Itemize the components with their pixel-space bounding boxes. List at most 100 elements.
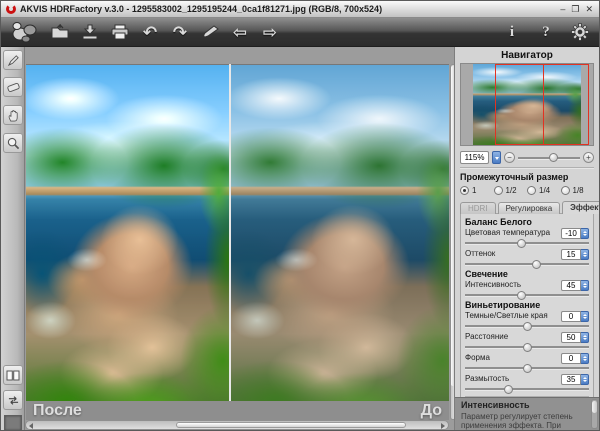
zoom-tool-button[interactable] <box>3 133 23 153</box>
zoom-slider-handle[interactable] <box>549 153 558 162</box>
zoom-value-input[interactable] <box>460 151 489 164</box>
printer-icon <box>111 24 129 40</box>
gear-icon <box>571 23 589 41</box>
view-label-bar: После До <box>26 401 449 420</box>
pencil-tool-button[interactable] <box>3 50 23 70</box>
radio-icon <box>561 186 570 195</box>
hand-tool-button[interactable] <box>3 105 23 125</box>
info-button[interactable]: i <box>499 19 525 45</box>
app-window: AKVIS HDRFactory v.3.0 - 1295583002_1295… <box>0 0 600 431</box>
tint-label: Оттенок <box>465 250 561 258</box>
distance-stepper[interactable] <box>581 332 589 343</box>
size-option-1[interactable]: 1 <box>460 186 494 195</box>
background-color-swatch[interactable] <box>4 415 22 431</box>
split-view-button[interactable] <box>3 365 23 385</box>
maximize-button[interactable]: ❐ <box>571 4 579 14</box>
horizontal-scrollbar[interactable] <box>25 420 449 430</box>
arrow-left-icon: ⇦ <box>233 24 247 41</box>
distance-value-input[interactable] <box>561 332 581 343</box>
close-button[interactable]: ✕ <box>585 4 593 14</box>
panel-separator <box>460 167 594 169</box>
shape-slider[interactable] <box>465 364 589 372</box>
shape-slider-handle[interactable] <box>523 364 532 373</box>
tint-value-input[interactable] <box>561 249 581 260</box>
scroll-right-arrow-icon[interactable] <box>441 423 445 429</box>
eraser-tool-button[interactable] <box>3 77 23 97</box>
shape-value-input[interactable] <box>561 353 581 364</box>
blur-label: Размытость <box>465 375 561 383</box>
intensity-stepper[interactable] <box>581 280 589 291</box>
edges-value-input[interactable] <box>561 311 581 322</box>
paw-logo-icon <box>10 20 40 44</box>
shape-stepper[interactable] <box>581 353 589 364</box>
minimize-button[interactable]: – <box>560 4 565 14</box>
swap-views-button[interactable] <box>3 390 23 410</box>
help-button[interactable]: ? <box>533 19 559 45</box>
split-view-icon <box>6 370 20 381</box>
distance-slider-handle[interactable] <box>523 343 532 352</box>
intensity-value-input[interactable] <box>561 280 581 291</box>
hint-title: Интенсивность <box>461 400 587 410</box>
intermediate-size-title: Промежуточный размер <box>460 172 594 182</box>
navigator-title: Навигатор <box>460 50 594 61</box>
scroll-left-arrow-icon[interactable] <box>29 423 33 429</box>
redo-button[interactable]: ↷ <box>167 19 193 45</box>
edges-slider[interactable] <box>465 322 589 330</box>
next-image-button[interactable]: ⇨ <box>257 19 283 45</box>
main-toolbar: ↶ ↷ ⇦ ⇨ i ? <box>1 18 599 47</box>
horizontal-scroll-thumb[interactable] <box>176 422 406 428</box>
tab-adjustment[interactable]: Регулировка <box>498 202 561 214</box>
hint-scroll-thumb[interactable] <box>592 401 597 413</box>
hint-scrollbar[interactable] <box>591 399 598 429</box>
size-option-1-8[interactable]: 1/8 <box>561 186 595 195</box>
tab-hdri[interactable]: HDRI <box>460 202 496 214</box>
temperature-stepper[interactable] <box>581 228 589 239</box>
temperature-label: Цветовая температура <box>465 229 561 237</box>
distance-label: Расстояние <box>465 333 561 341</box>
blur-slider[interactable] <box>465 385 589 393</box>
zoom-slider[interactable] <box>518 152 580 163</box>
hint-panel: Интенсивность Параметр регулирует степен… <box>455 397 599 430</box>
radio-icon <box>494 186 503 195</box>
temperature-slider-handle[interactable] <box>517 239 526 248</box>
edges-stepper[interactable] <box>581 311 589 322</box>
edges-label: Темные/Светлые края <box>465 312 561 320</box>
save-button[interactable] <box>77 19 103 45</box>
zoom-dropdown-button[interactable] <box>492 151 501 164</box>
intensity-slider-handle[interactable] <box>517 291 526 300</box>
akvis-app-icon <box>6 4 16 14</box>
temperature-value-input[interactable] <box>561 228 581 239</box>
glow-title: Свечение <box>465 269 589 279</box>
prev-image-button[interactable]: ⇦ <box>227 19 253 45</box>
blur-slider-handle[interactable] <box>504 385 513 394</box>
blur-value-input[interactable] <box>561 374 581 385</box>
before-image-view[interactable] <box>231 64 449 401</box>
tab-effects[interactable]: Эффекты <box>562 201 600 214</box>
navigator-preview[interactable] <box>460 63 594 146</box>
tint-stepper[interactable] <box>581 249 589 260</box>
distance-slider[interactable] <box>465 343 589 351</box>
image-workspace: После До <box>25 47 456 430</box>
hint-text: Параметр регулирует степень применения э… <box>461 412 587 430</box>
zoom-in-button[interactable]: + <box>583 152 594 163</box>
edges-slider-handle[interactable] <box>523 322 532 331</box>
size-option-1-2[interactable]: 1/2 <box>494 186 528 195</box>
after-image-view[interactable] <box>26 64 229 401</box>
navigator-split-line <box>543 64 544 145</box>
save-icon <box>81 24 99 40</box>
pen-tablet-button[interactable] <box>197 19 223 45</box>
open-button[interactable] <box>47 19 73 45</box>
size-option-1-4[interactable]: 1/4 <box>527 186 561 195</box>
intensity-slider[interactable] <box>465 291 589 299</box>
undo-button[interactable]: ↶ <box>137 19 163 45</box>
tint-slider[interactable] <box>465 260 589 268</box>
tint-slider-handle[interactable] <box>532 260 541 269</box>
akvis-logo-button[interactable] <box>7 19 43 45</box>
blur-stepper[interactable] <box>581 374 589 385</box>
print-button[interactable] <box>107 19 133 45</box>
zoom-out-button[interactable]: − <box>504 152 515 163</box>
help-icon: ? <box>542 25 550 40</box>
shape-label: Форма <box>465 354 561 362</box>
settings-button[interactable] <box>567 19 593 45</box>
temperature-slider[interactable] <box>465 239 589 247</box>
